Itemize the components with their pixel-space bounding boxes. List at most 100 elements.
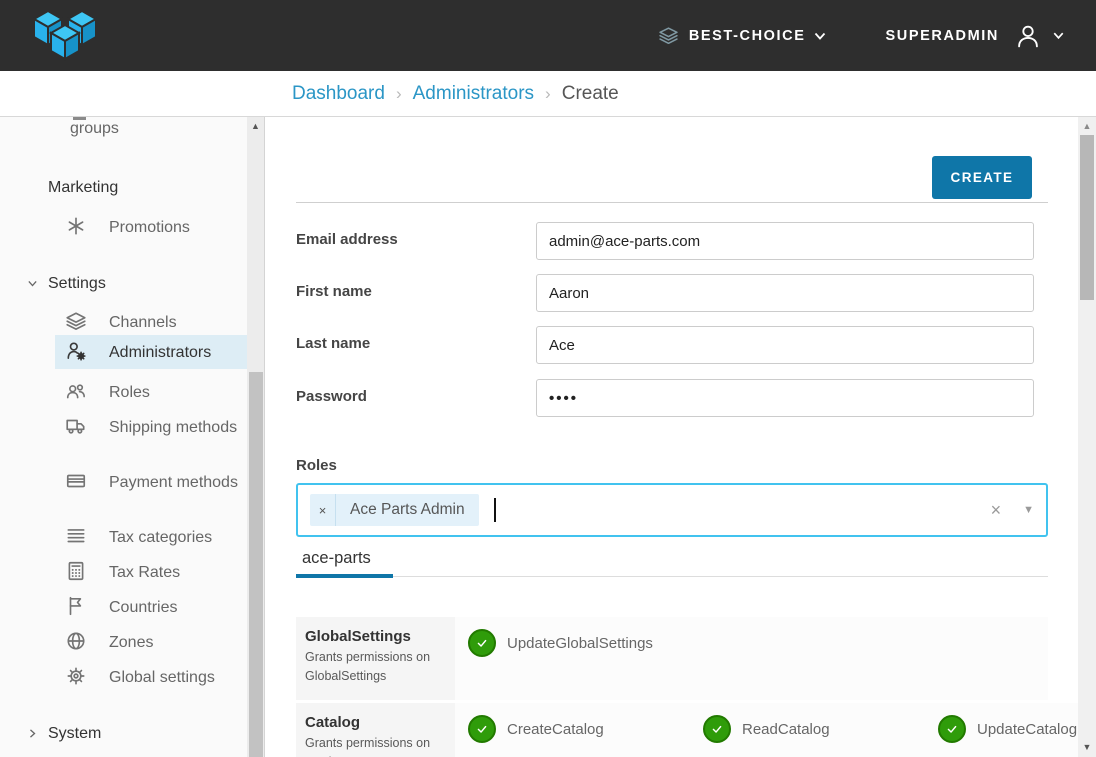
- sidebar-item-roles[interactable]: Roles: [55, 375, 239, 409]
- sidebar-section-settings[interactable]: Settings: [48, 275, 106, 293]
- active-tab-indicator: [296, 574, 393, 578]
- permission-toggles-cell: CreateCatalog ReadCatalog UpdateCatalog: [455, 703, 1078, 757]
- sidebar-item-shipping-methods[interactable]: Shipping methods: [55, 410, 239, 444]
- sidebar-item-label: Tax Rates: [109, 564, 180, 581]
- list-item: UpdateCatalog: [938, 715, 1078, 743]
- chevron-down-icon: [26, 277, 39, 295]
- main-scrollbar-thumb[interactable]: [1080, 135, 1094, 300]
- sidebar-item-zones[interactable]: Zones: [55, 625, 239, 659]
- header-divider: [296, 202, 1048, 203]
- chevron-down-icon: [1051, 28, 1066, 43]
- sidebar-item-label: Payment methods: [109, 474, 238, 491]
- sidebar-item-global-settings[interactable]: Global settings: [55, 660, 239, 694]
- permission-label: UpdateCatalog: [977, 721, 1077, 738]
- sidebar-section-marketing[interactable]: Marketing: [48, 179, 118, 197]
- vendure-logo[interactable]: [27, 7, 103, 65]
- calculator-icon: [65, 560, 87, 582]
- roles-multiselect[interactable]: × Ace Parts Admin × ▼: [296, 483, 1048, 537]
- globe-icon: [65, 630, 87, 652]
- permission-label: UpdateGlobalSettings: [507, 635, 653, 652]
- sidebar-item-tax-categories[interactable]: Tax categories: [55, 520, 239, 554]
- chevron-right-icon: [26, 727, 39, 745]
- scroll-down-icon[interactable]: ▼: [1078, 742, 1096, 752]
- admin-user-gear-icon: [65, 340, 87, 362]
- sidebar-item-promotions[interactable]: Promotions: [55, 210, 239, 244]
- scroll-up-icon[interactable]: ▲: [1078, 121, 1096, 131]
- scroll-up-icon[interactable]: ▲: [247, 121, 264, 131]
- form-row-first-name: First name: [296, 274, 1048, 312]
- sidebar-item-label: Promotions: [109, 219, 190, 236]
- breadcrumb-administrators[interactable]: Administrators: [413, 83, 534, 105]
- page-body: groups Marketing Promotions Settings Cha…: [0, 117, 1096, 757]
- first-name-label: First name: [296, 283, 372, 300]
- toggle-on-icon[interactable]: [938, 715, 966, 743]
- dropdown-arrow-icon[interactable]: ▼: [1023, 504, 1034, 516]
- channel-label: BEST-CHOICE: [689, 28, 806, 44]
- sidebar-item-label: Global settings: [109, 669, 215, 686]
- roles-label: Roles: [296, 457, 337, 474]
- sidebar-item-channels[interactable]: Channels: [55, 305, 239, 339]
- breadcrumb-separator-icon: ›: [396, 84, 402, 104]
- sidebar-scrollbar[interactable]: ▲: [247, 117, 265, 757]
- truck-icon: [65, 415, 87, 437]
- permission-label: CreateCatalog: [507, 721, 604, 738]
- sidebar-item-label: Channels: [109, 314, 177, 331]
- sidebar-item-tax-rates[interactable]: Tax Rates: [55, 555, 239, 589]
- first-name-field[interactable]: [536, 274, 1034, 312]
- form-row-last-name: Last name: [296, 326, 1048, 364]
- sidebar-section-system[interactable]: System: [48, 725, 101, 743]
- main-content: CREATE Email address First name Last nam…: [265, 117, 1078, 757]
- permission-group-title: GlobalSettings: [305, 628, 443, 645]
- breadcrumb-current: Create: [562, 83, 619, 105]
- sidebar-item-customer-groups[interactable]: groups: [70, 120, 119, 138]
- layers-icon: [658, 25, 679, 46]
- layers-icon: [65, 310, 87, 332]
- sidebar-item-label: Countries: [109, 599, 177, 616]
- sidebar-nav: groups Marketing Promotions Settings Cha…: [0, 117, 247, 757]
- chip-label: Ace Parts Admin: [336, 494, 479, 526]
- create-button[interactable]: CREATE: [932, 156, 1032, 199]
- list-item: UpdateGlobalSettings: [468, 629, 703, 657]
- gear-icon: [65, 665, 87, 687]
- sidebar-item-administrators[interactable]: Administrators: [55, 335, 247, 369]
- last-name-field[interactable]: [536, 326, 1034, 364]
- permission-label: ReadCatalog: [742, 721, 830, 738]
- chevron-down-icon: [812, 28, 828, 44]
- password-field[interactable]: [536, 379, 1034, 417]
- clear-all-icon[interactable]: ×: [991, 500, 1002, 521]
- permission-group-description: Grants permissions on Products, Facets: [305, 734, 443, 757]
- list-item: ReadCatalog: [703, 715, 938, 743]
- top-bar: BEST-CHOICE SUPERADMIN: [0, 0, 1096, 71]
- last-name-label: Last name: [296, 335, 370, 352]
- password-label: Password: [296, 388, 367, 405]
- sidebar-item-countries[interactable]: Countries: [55, 590, 239, 624]
- sidebar-item-label: Administrators: [109, 344, 211, 361]
- permission-group-title: Catalog: [305, 714, 443, 731]
- main-scrollbar[interactable]: ▲ ▼: [1078, 117, 1096, 757]
- toggle-on-icon[interactable]: [468, 629, 496, 657]
- tab-ace-parts[interactable]: ace-parts: [302, 549, 371, 568]
- permissions-table: GlobalSettings Grants permissions on Glo…: [296, 617, 1048, 757]
- chip-remove-icon[interactable]: ×: [310, 494, 336, 526]
- permission-toggles-cell: UpdateGlobalSettings: [455, 617, 1048, 700]
- email-label: Email address: [296, 231, 398, 248]
- sidebar-item-payment-methods[interactable]: Payment methods: [55, 465, 239, 499]
- toggle-on-icon[interactable]: [703, 715, 731, 743]
- table-row: GlobalSettings Grants permissions on Glo…: [296, 617, 1048, 700]
- sidebar-item-label: Roles: [109, 384, 150, 401]
- sidebar-item-label: Zones: [109, 634, 153, 651]
- breadcrumb-dashboard[interactable]: Dashboard: [292, 83, 385, 105]
- list-item: CreateCatalog: [468, 715, 703, 743]
- user-icon: [1013, 21, 1043, 51]
- user-menu[interactable]: SUPERADMIN: [886, 21, 1066, 51]
- toggle-on-icon[interactable]: [468, 715, 496, 743]
- email-field[interactable]: [536, 222, 1034, 260]
- users-icon: [65, 380, 87, 402]
- form-row-email: Email address: [296, 222, 1048, 260]
- text-cursor: [494, 498, 496, 522]
- channel-switcher[interactable]: BEST-CHOICE: [658, 25, 828, 46]
- breadcrumb: Dashboard › Administrators › Create: [0, 71, 1096, 117]
- sidebar-scrollbar-thumb[interactable]: [249, 372, 263, 757]
- list-icon: [65, 525, 87, 547]
- role-chip: × Ace Parts Admin: [310, 494, 479, 526]
